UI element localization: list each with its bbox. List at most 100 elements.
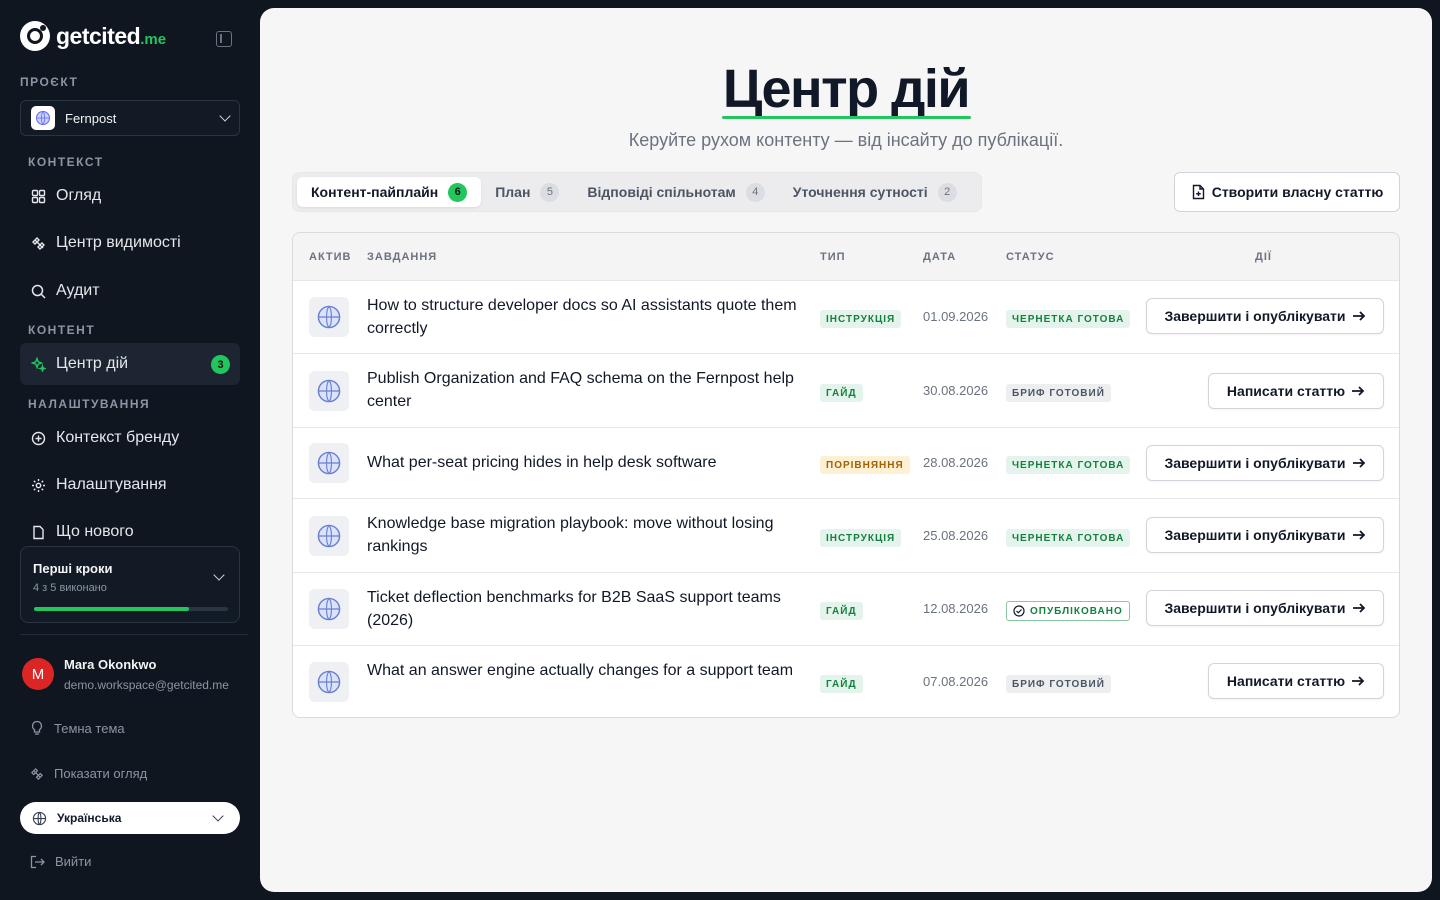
type-badge: ІНСТРУКЦІЯ [820,529,902,547]
grid-icon [30,188,46,204]
action-label: Написати статтю [1226,383,1346,399]
sidebar-item-label: Налаштування [56,476,167,493]
tab-community-answers[interactable]: Відповіді спільнотам 4 [573,177,778,207]
table-row[interactable]: What per-seat pricing hides in help desk… [293,428,1399,499]
row-date: 07.08.2026 [923,674,989,689]
search-icon [30,283,46,299]
brand-logo[interactable]: getcited .me [20,20,240,52]
tab-bar: Контент-пайплайн 6 План 5 Відповіді спіл… [292,172,982,212]
table-row[interactable]: Publish Organization and FAQ schema on t… [293,354,1399,428]
tab-label: План [495,184,531,200]
type-badge: ГАЙД [820,675,863,693]
sidebar-item-action-center[interactable]: Центр дій 3 [20,343,240,385]
project-name: Fernpost [65,110,117,126]
sidebar-item-whats-new[interactable]: Що нового [20,518,240,540]
finish-publish-button[interactable]: Завершити і опублікувати [1146,445,1384,481]
language-select[interactable]: Українська [20,802,240,834]
sidebar-item-settings[interactable]: Налаштування [20,464,240,506]
getting-started-progress-bar [34,607,228,611]
table-row[interactable]: Ticket deflection benchmarks for B2B Saa… [293,573,1399,646]
task-title[interactable]: Ticket deflection benchmarks for B2B Saa… [367,587,807,632]
row-date: 25.08.2026 [923,528,989,543]
content-table: АКТИВ ЗАВДАННЯ ТИП ДАТА СТАТУС ДІЇ How t… [292,232,1400,718]
finish-publish-button[interactable]: Завершити і опублікувати [1146,517,1384,553]
tab-plan[interactable]: План 5 [481,177,573,207]
sidebar-item-audit[interactable]: Аудит [20,270,240,312]
user-profile[interactable]: M Mara Okonkwo demo.workspace@getcited.m… [22,652,248,696]
sidebar-item-overview[interactable]: Огляд [20,175,240,217]
table-row[interactable]: Knowledge base migration playbook: move … [293,499,1399,573]
tab-entity-clarification[interactable]: Уточнення сутності 2 [779,177,971,207]
finish-publish-button[interactable]: Завершити і опублікувати [1146,298,1384,334]
sidebar-item-label: Огляд [56,187,102,204]
sidebar-item-label: Що нового [56,523,134,540]
action-center-count-badge: 3 [211,355,230,374]
type-badge: ГАЙД [820,384,863,402]
status-badge: БРИФ ГОТОВИЙ [1006,675,1111,693]
status-badge: БРИФ ГОТОВИЙ [1006,384,1111,402]
collapse-sidebar-icon[interactable] [216,31,232,47]
column-header-status: СТАТУС [1006,251,1055,263]
task-title[interactable]: What an answer engine actually changes f… [367,660,807,683]
plus-circle-icon [30,430,46,446]
arrow-right-icon [1352,458,1365,468]
task-title[interactable]: Publish Organization and FAQ schema on t… [367,368,807,413]
satellite-icon [30,235,46,251]
action-label: Написати статтю [1226,673,1346,689]
sidebar-item-visibility[interactable]: Центр видимості [20,222,240,264]
action-label: Завершити і опублікувати [1164,527,1346,543]
avatar: M [22,658,54,690]
document-icon [30,524,46,540]
write-article-button[interactable]: Написати статтю [1208,373,1384,409]
sidebar-scroll-clip: Що нового [20,518,240,540]
getting-started-progress-text: 4 з 5 виконано [33,582,107,594]
asset-globe-icon [309,297,349,337]
dark-theme-toggle[interactable]: Темна тема [30,720,125,736]
logout-icon [30,855,45,868]
tab-label: Відповіді спільнотам [587,184,736,200]
logout-button[interactable]: Вийти [30,854,91,869]
tab-label: Уточнення сутності [792,184,928,200]
getting-started-card[interactable]: Перші кроки 4 з 5 виконано [20,546,240,623]
user-email: demo.workspace@getcited.me [64,677,229,692]
column-header-date: ДАТА [923,251,957,263]
main-panel: Центр дій Керуйте рухом контенту — від і… [260,8,1432,892]
arrow-right-icon [1352,603,1365,613]
tab-count-badge: 4 [745,182,765,202]
sidebar-item-brand-context[interactable]: Контекст бренду [20,417,240,459]
task-title[interactable]: How to structure developer docs so AI as… [367,295,807,340]
brand-name: getcited [56,22,141,49]
table-row[interactable]: How to structure developer docs so AI as… [293,281,1399,354]
logo-icon [20,21,50,51]
tab-content-pipeline[interactable]: Контент-пайплайн 6 [297,177,482,207]
create-article-button[interactable]: Створити власну статтю [1174,172,1400,212]
status-badge: ЧЕРНЕТКА ГОТОВА [1006,310,1131,328]
table-header: АКТИВ ЗАВДАННЯ ТИП ДАТА СТАТУС ДІЇ [293,233,1399,281]
task-title[interactable]: Knowledge base migration playbook: move … [367,513,807,558]
title-underline [722,116,971,119]
check-circle-icon [1013,605,1025,617]
finish-publish-button[interactable]: Завершити і опублікувати [1146,590,1384,626]
project-globe-icon [31,106,55,130]
action-label: Завершити і опублікувати [1164,455,1346,471]
arrow-right-icon [1352,311,1365,321]
show-tour-button[interactable]: Показати огляд [30,766,147,781]
sidebar-item-label: Контекст бренду [56,429,180,446]
project-select[interactable]: Fernpost [20,100,240,136]
sidebar-item-label: Центр видимості [56,234,181,251]
row-date: 30.08.2026 [923,383,989,398]
type-badge: ГАЙД [820,602,863,620]
action-label: Завершити і опублікувати [1164,308,1346,324]
tab-label: Контент-пайплайн [311,184,439,200]
page-subtitle: Керуйте рухом контенту — від інсайту до … [628,130,1064,150]
globe-icon [32,811,47,825]
task-title[interactable]: What per-seat pricing hides in help desk… [367,452,807,475]
logout-label: Вийти [55,854,92,869]
column-header-actions: ДІЇ [1255,251,1272,263]
action-label: Завершити і опублікувати [1164,600,1346,616]
table-row[interactable]: What an answer engine actually changes f… [293,646,1399,717]
write-article-button[interactable]: Написати статтю [1208,663,1384,699]
sidebar-item-label: Центр дій [56,355,129,372]
gear-icon [30,477,46,493]
asset-globe-icon [309,443,349,483]
